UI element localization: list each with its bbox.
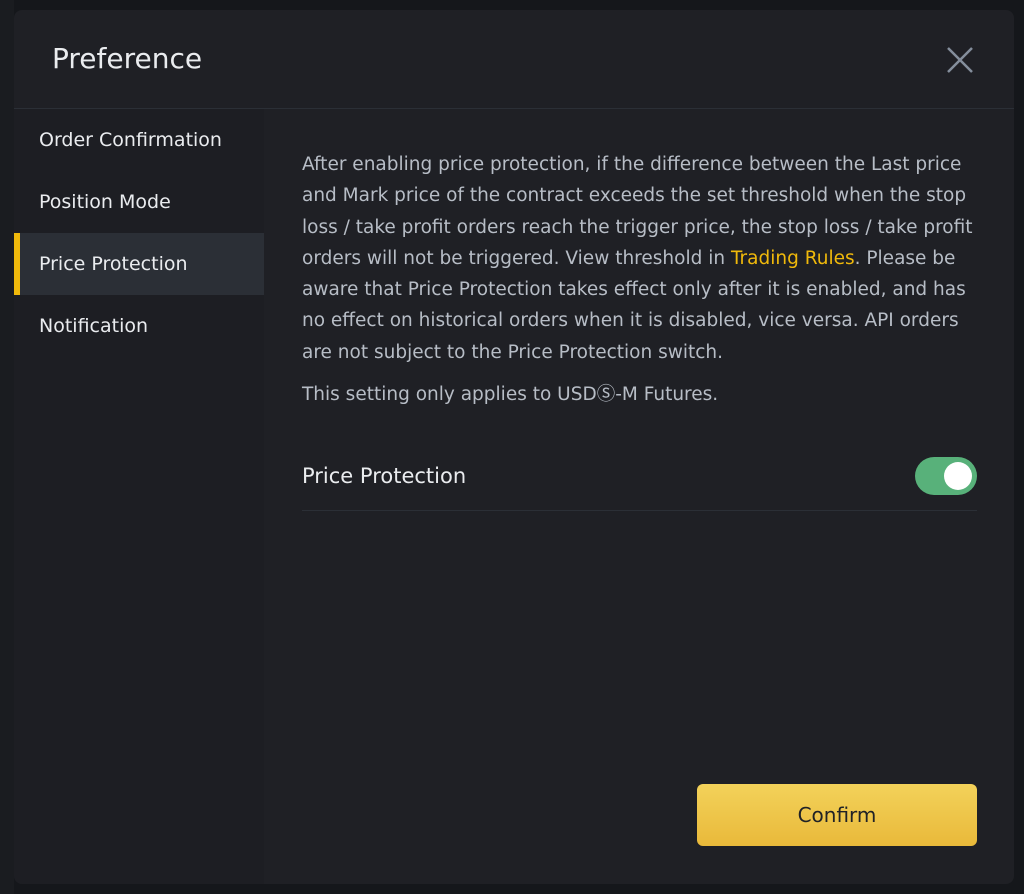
background-chart — [0, 0, 14, 894]
sidebar-item-price-protection[interactable]: Price Protection — [14, 233, 264, 295]
price-protection-toggle[interactable] — [915, 457, 977, 496]
price-protection-label: Price Protection — [302, 464, 467, 489]
trading-rules-link[interactable]: Trading Rules — [731, 248, 855, 269]
modal-title: Preference — [52, 42, 203, 75]
applies-note: This setting only applies to USDⓈ-M Futu… — [302, 384, 719, 406]
sidebar-item-order-confirmation[interactable]: Order Confirmation — [14, 109, 264, 171]
confirm-button[interactable]: Confirm — [697, 784, 977, 846]
sidebar-item-notification[interactable]: Notification — [14, 295, 264, 357]
sidebar-item-position-mode[interactable]: Position Mode — [14, 171, 264, 233]
description: After enabling price protection, if the … — [302, 149, 977, 368]
preference-modal: Preference Order Confirmation Position M… — [14, 10, 1014, 884]
price-protection-row: Price Protection — [302, 442, 977, 512]
content-panel: After enabling price protection, if the … — [302, 109, 977, 884]
toggle-knob — [944, 462, 972, 491]
modal-header: Preference — [14, 10, 1014, 109]
close-icon[interactable] — [946, 46, 974, 74]
sidebar: Order Confirmation Position Mode Price P… — [14, 109, 264, 884]
